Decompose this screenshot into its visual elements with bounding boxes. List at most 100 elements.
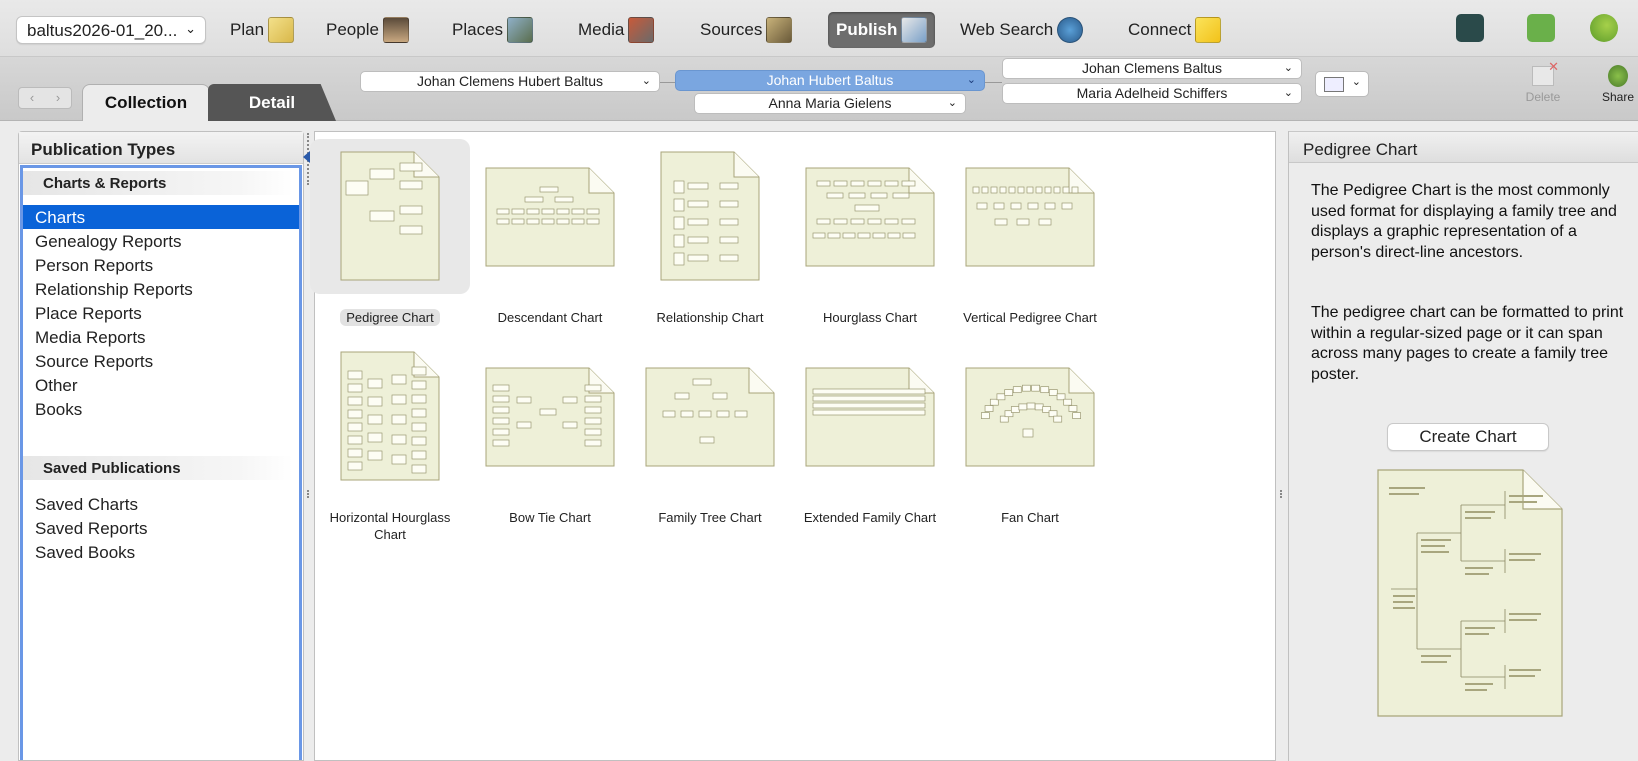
list-item-person-reports[interactable]: Person Reports: [23, 253, 299, 277]
panel-splitter[interactable]: [1280, 490, 1283, 498]
thumb-box: [1018, 403, 1028, 411]
mother-select[interactable]: Maria Adelheid Schiffers ⌄: [1002, 83, 1302, 104]
person-name: Johan Hubert Baltus: [766, 72, 894, 88]
label-text: Horizontal Hourglass Chart: [329, 510, 451, 542]
thumb-box: [1022, 428, 1034, 438]
thumb-box: [1010, 406, 1020, 413]
thumb-box: [867, 218, 882, 225]
module-publish-button[interactable]: Publish: [828, 12, 936, 48]
module-places-button[interactable]: Places: [452, 12, 534, 48]
list-item-source-reports[interactable]: Source Reports: [23, 349, 299, 373]
chevron-down-icon: ⌄: [1283, 62, 1293, 74]
back-arrow-icon[interactable]: ‹: [19, 88, 45, 108]
detail-description: The Pedigree Chart is the most commonly …: [1311, 182, 1617, 261]
delete-label: Delete: [1525, 90, 1561, 104]
module-sources-button[interactable]: Sources: [700, 12, 793, 48]
chevron-down-icon: ⌄: [185, 21, 196, 36]
text-line: [1465, 573, 1489, 575]
thumb-box: [539, 186, 559, 193]
thumb-box: [391, 414, 407, 425]
list-item-saved-charts[interactable]: Saved Charts: [23, 492, 299, 516]
thumb-box: [411, 464, 427, 474]
thumb-box: [571, 208, 585, 215]
delete-button[interactable]: ✕ Delete: [1520, 59, 1566, 104]
thumb-box: [571, 218, 585, 225]
person-name: Johan Clemens Baltus: [1081, 60, 1223, 76]
thumb-box: [673, 198, 685, 212]
chart-thumbnail-icon: [965, 367, 1095, 467]
list-item-saved-books[interactable]: Saved Books: [23, 540, 299, 564]
list-item-books[interactable]: Books: [23, 397, 299, 421]
pedigree-chart-preview: [1377, 469, 1563, 717]
thumb-box: [367, 396, 383, 407]
list-item-media-reports[interactable]: Media Reports: [23, 325, 299, 349]
familysearch-icon[interactable]: [1456, 14, 1484, 42]
module-connect-button[interactable]: Connect: [1128, 12, 1222, 48]
list-item-place-reports[interactable]: Place Reports: [23, 301, 299, 325]
list-item-charts[interactable]: Charts: [23, 205, 299, 229]
thumb-box: [347, 396, 363, 406]
thumb-box: [827, 232, 841, 239]
share-button[interactable]: Share: [1598, 63, 1638, 104]
person-select-main[interactable]: Johan Hubert Baltus ⌄: [675, 70, 985, 91]
label-text: Bow Tie Chart: [509, 510, 591, 525]
chart-type-label: Horizontal Hourglass Chart: [315, 509, 465, 543]
list-item-relationship-reports[interactable]: Relationship Reports: [23, 277, 299, 301]
thumb-box: [399, 205, 423, 215]
thumb-box: [872, 232, 886, 239]
thumb-box: [492, 417, 510, 425]
thumb-box: [347, 370, 363, 380]
thumb-box: [369, 210, 395, 222]
thumb-box: [347, 435, 363, 445]
thumb-box: [996, 393, 1006, 401]
module-plan-button[interactable]: Plan: [230, 12, 295, 48]
thumb-box: [584, 428, 602, 436]
leaf-hint-icon[interactable]: [1590, 14, 1618, 42]
chart-type-label: Fan Chart: [950, 509, 1110, 526]
list-item-saved-reports[interactable]: Saved Reports: [23, 516, 299, 540]
thumb-box: [816, 218, 831, 225]
spouse-select[interactable]: Anna Maria Gielens ⌄: [694, 93, 966, 114]
forward-arrow-icon[interactable]: ›: [45, 88, 71, 108]
thumb-box: [687, 218, 709, 226]
thumb-box: [367, 450, 383, 461]
thumb-box: [1026, 186, 1034, 194]
text-line: [1509, 669, 1541, 671]
chevron-down-icon: ⌄: [947, 97, 957, 109]
module-media-button[interactable]: Media: [578, 12, 655, 48]
file-select[interactable]: baltus2026-01_20... ⌄: [16, 16, 206, 44]
list-item-genealogy-reports[interactable]: Genealogy Reports: [23, 229, 299, 253]
people-icon: [382, 17, 409, 43]
list-item-other[interactable]: Other: [23, 373, 299, 397]
father-select[interactable]: Johan Clemens Baltus ⌄: [1002, 58, 1302, 79]
chart-type-label: Family Tree Chart: [630, 509, 790, 526]
thumb-box: [816, 180, 831, 187]
thumb-box: [367, 378, 383, 389]
text-line: [1465, 567, 1493, 569]
thumb-box: [1038, 218, 1052, 226]
tree-sync-icon[interactable]: [1527, 14, 1555, 42]
text-line: [1465, 517, 1491, 519]
create-chart-button[interactable]: Create Chart: [1387, 423, 1549, 451]
chevron-down-icon: ⌄: [641, 75, 651, 87]
collapse-arrow-icon[interactable]: [303, 151, 310, 163]
module-web-search-button[interactable]: Web Search: [960, 12, 1084, 48]
media-icon: [628, 17, 655, 43]
panel-splitter[interactable]: [307, 490, 310, 498]
module-people-button[interactable]: People: [326, 12, 409, 48]
chart-thumbnail-icon: [485, 167, 615, 267]
text-line: [1509, 501, 1537, 503]
person-select-child[interactable]: Johan Clemens Hubert Baltus ⌄: [360, 71, 660, 92]
text-line: [1509, 559, 1535, 561]
thumb-box: [1008, 186, 1016, 194]
thumb-box: [662, 410, 676, 418]
chart-thumbnail-icon: [805, 167, 935, 267]
thumb-box: [687, 182, 709, 190]
text-line: [1393, 595, 1415, 597]
thumb-box: [719, 182, 739, 190]
tab-collection[interactable]: Collection: [82, 84, 210, 121]
thumb-box: [1010, 202, 1022, 210]
tab-detail[interactable]: Detail: [208, 84, 336, 121]
chevron-down-icon: ⌄: [966, 74, 976, 86]
publication-menu-button[interactable]: ⌄: [1315, 71, 1369, 97]
